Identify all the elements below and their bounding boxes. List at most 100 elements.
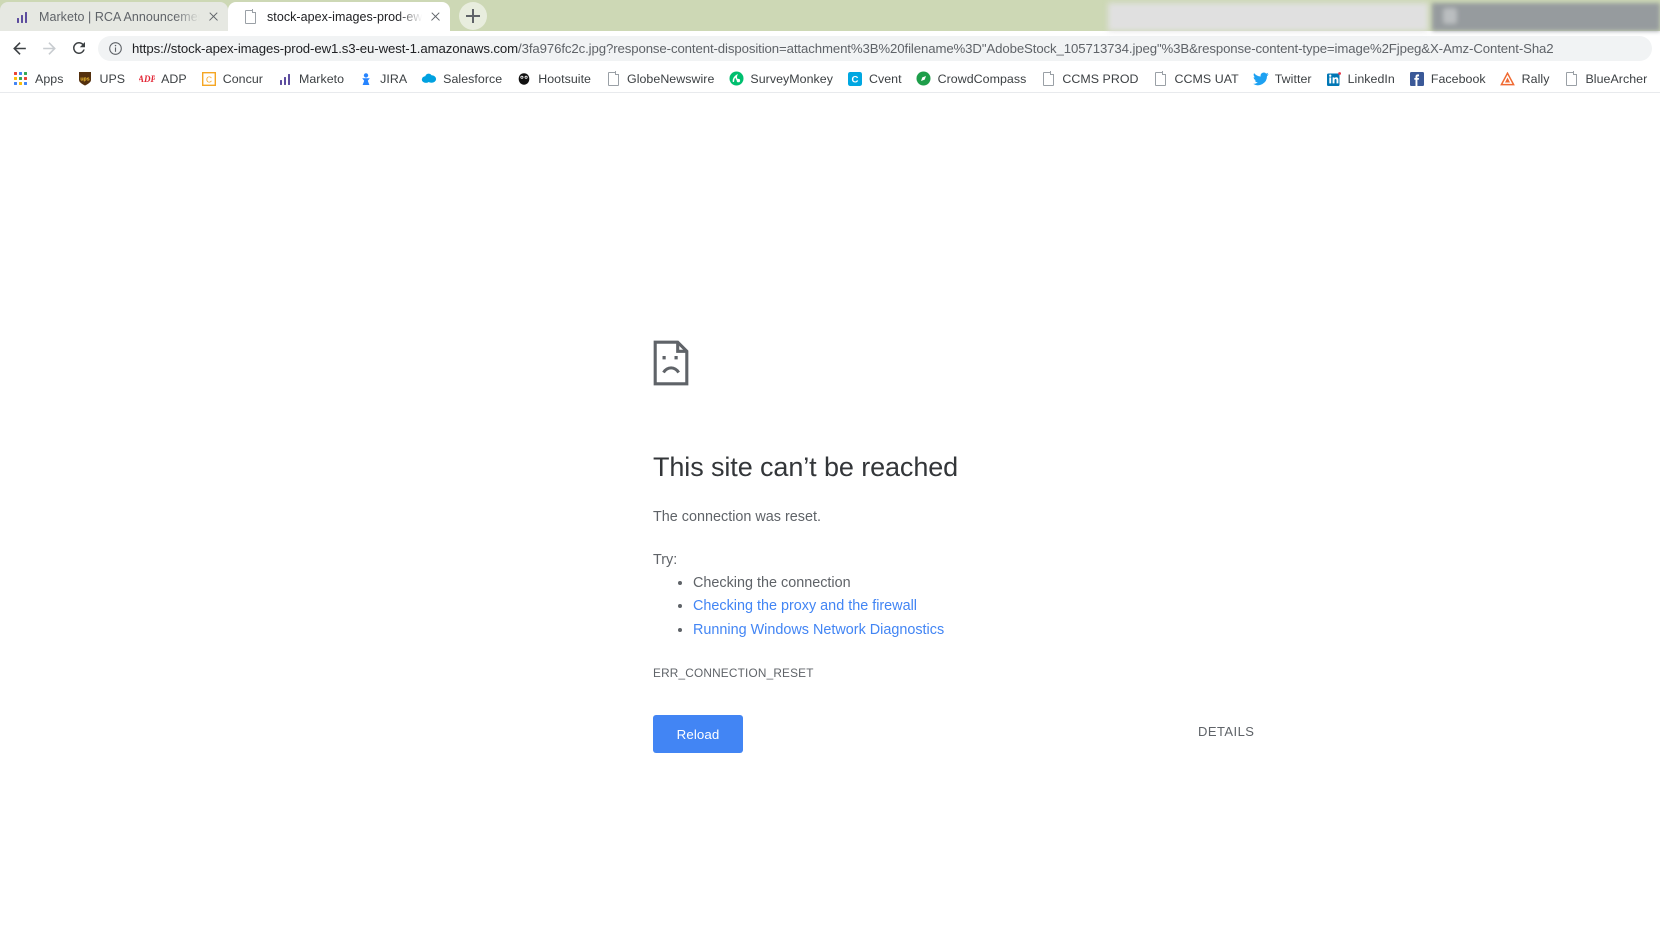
salesforce-cloud-icon — [421, 71, 437, 87]
bookmark-label: Facebook — [1430, 71, 1486, 86]
list-item: Checking the connection — [693, 572, 1273, 595]
crowdcompass-logo-icon — [916, 71, 932, 87]
try-label: Try: — [653, 552, 678, 569]
apps-grid-icon — [13, 71, 29, 87]
bookmark-label: Cvent — [868, 71, 902, 86]
bookmark-bluearcher[interactable]: BlueArcher — [1556, 68, 1654, 90]
bookmark-label: SurveyMonkey — [750, 71, 833, 86]
close-icon[interactable] — [426, 8, 444, 26]
rally-logo-icon — [1500, 71, 1516, 87]
bookmark-label: BlueArcher — [1585, 71, 1648, 86]
list-item: Checking the proxy and the firewall — [693, 595, 1273, 618]
bookmark-globenewswire[interactable]: GlobeNewswire — [598, 68, 721, 90]
browser-toolbar: https://stock-apex-images-prod-ew1.s3-eu… — [0, 31, 1660, 65]
tab-title: stock-apex-images-prod-ew1.s3- — [267, 9, 422, 24]
suggestion-list: Checking the connection Checking the pro… — [653, 572, 1273, 642]
back-button[interactable] — [4, 33, 34, 63]
reload-button[interactable]: Reload — [653, 715, 743, 753]
sad-document-icon-svg — [653, 340, 689, 386]
bookmark-label: Salesforce — [443, 71, 503, 86]
error-code: ERR_CONNECTION_RESET — [653, 666, 814, 681]
bookmarks-bar: Apps ups UPS ADP ADP C Concur — [0, 65, 1660, 93]
cvent-logo-icon: C — [847, 71, 863, 87]
bookmark-twitter[interactable]: Twitter — [1246, 68, 1319, 90]
blurred-window-controls — [1432, 3, 1660, 31]
url-path: /3fa976fc2c.jpg?response-content-disposi… — [518, 40, 1554, 56]
bookmark-rally[interactable]: Rally — [1493, 68, 1557, 90]
error-container: This site can’t be reached The connectio… — [653, 340, 1273, 680]
bookmark-adp[interactable]: ADP ADP — [132, 68, 194, 90]
url-host: https://stock-apex-images-prod-ew1.s3-eu… — [132, 40, 519, 56]
marketo-bars-icon — [14, 9, 30, 25]
bookmark-hootsuite[interactable]: Hootsuite — [509, 68, 598, 90]
linkedin-logo-icon — [1326, 71, 1342, 87]
reload-button[interactable] — [64, 33, 94, 63]
bookmark-salesforce[interactable]: Salesforce — [414, 68, 509, 90]
generic-page-icon — [242, 9, 258, 25]
error-subtitle: The connection was reset. — [653, 508, 821, 525]
generic-page-icon — [1153, 71, 1169, 87]
bookmark-apps[interactable]: Apps — [6, 68, 70, 90]
bookmark-linkedin[interactable]: LinkedIn — [1319, 68, 1402, 90]
generic-page-icon — [605, 71, 621, 87]
new-tab-button[interactable] — [459, 2, 487, 30]
suggestion-link-network-diagnostics[interactable]: Running Windows Network Diagnostics — [693, 622, 944, 638]
svg-text:C: C — [852, 74, 859, 85]
bookmark-label: Concur — [222, 71, 263, 86]
reload-icon — [72, 41, 85, 54]
bookmark-label: CCMS PROD — [1062, 71, 1139, 86]
svg-text:ADP: ADP — [139, 74, 155, 84]
bookmark-label: LinkedIn — [1347, 71, 1395, 86]
ups-shield-icon: ups — [77, 71, 93, 87]
bookmark-label: CCMS UAT — [1174, 71, 1239, 86]
list-item: Running Windows Network Diagnostics — [693, 619, 1273, 642]
details-button[interactable]: DETAILS — [1198, 724, 1254, 739]
bookmark-label: Apps — [35, 71, 64, 86]
tab-stock-apex-images[interactable]: stock-apex-images-prod-ew1.s3- — [228, 2, 450, 31]
tab-title: Marketo | RCA Announcement #1 — [39, 9, 200, 24]
bookmark-crowdcompass[interactable]: CrowdCompass — [909, 68, 1034, 90]
bookmark-label: Rally — [1521, 71, 1550, 86]
hootsuite-owl-icon — [516, 71, 532, 87]
bookmark-ccms-uat[interactable]: CCMS UAT — [1146, 68, 1246, 90]
bookmark-label: UPS — [99, 71, 126, 86]
suggestion-link-proxy-firewall[interactable]: Checking the proxy and the firewall — [693, 598, 917, 614]
blurred-region — [1108, 3, 1428, 31]
page-content: This site can’t be reached The connectio… — [0, 93, 1660, 948]
tab-strip: Marketo | RCA Announcement #1 stock-apex… — [0, 0, 1660, 31]
concur-logo-icon: C — [201, 71, 217, 87]
address-bar-url: https://stock-apex-images-prod-ew1.s3-eu… — [132, 41, 1554, 56]
generic-page-icon — [1040, 71, 1056, 87]
bookmark-ups[interactable]: ups UPS — [70, 68, 132, 90]
bookmark-surveymonkey[interactable]: SurveyMonkey — [721, 68, 840, 90]
tab-marketo[interactable]: Marketo | RCA Announcement #1 — [0, 2, 228, 31]
surveymonkey-logo-icon — [728, 71, 744, 87]
marketo-bars-icon — [277, 71, 293, 87]
bookmark-jira[interactable]: JIRA — [351, 68, 414, 90]
address-bar[interactable]: https://stock-apex-images-prod-ew1.s3-eu… — [98, 35, 1652, 61]
sad-document-icon — [653, 340, 689, 390]
forward-button[interactable] — [34, 33, 64, 63]
close-icon[interactable] — [204, 8, 222, 26]
bookmark-ccms-prod[interactable]: CCMS PROD — [1033, 68, 1145, 90]
generic-page-icon — [1563, 71, 1579, 87]
jira-logo-icon — [358, 71, 374, 87]
suggestion-text: Checking the connection — [693, 575, 851, 592]
bookmark-concur[interactable]: C Concur — [194, 68, 270, 90]
bookmark-label: Hootsuite — [538, 71, 591, 86]
svg-text:C: C — [206, 74, 212, 84]
site-information-icon[interactable] — [107, 40, 123, 56]
bookmark-label: JIRA — [380, 71, 408, 86]
bookmark-label: Marketo — [298, 71, 345, 86]
error-button-row: Reload DETAILS — [653, 715, 1273, 753]
bookmark-label: Twitter — [1274, 71, 1312, 86]
bookmark-label: CrowdCompass — [937, 71, 1027, 86]
twitter-bird-icon — [1252, 71, 1269, 87]
adp-logo-icon: ADP — [139, 71, 155, 87]
forward-arrow-icon — [42, 41, 56, 55]
svg-text:ups: ups — [81, 77, 90, 83]
bookmark-cvent[interactable]: C Cvent — [840, 68, 909, 90]
bookmark-marketo[interactable]: Marketo — [270, 68, 351, 90]
bookmark-facebook[interactable]: Facebook — [1402, 68, 1493, 90]
back-arrow-icon — [12, 41, 26, 55]
